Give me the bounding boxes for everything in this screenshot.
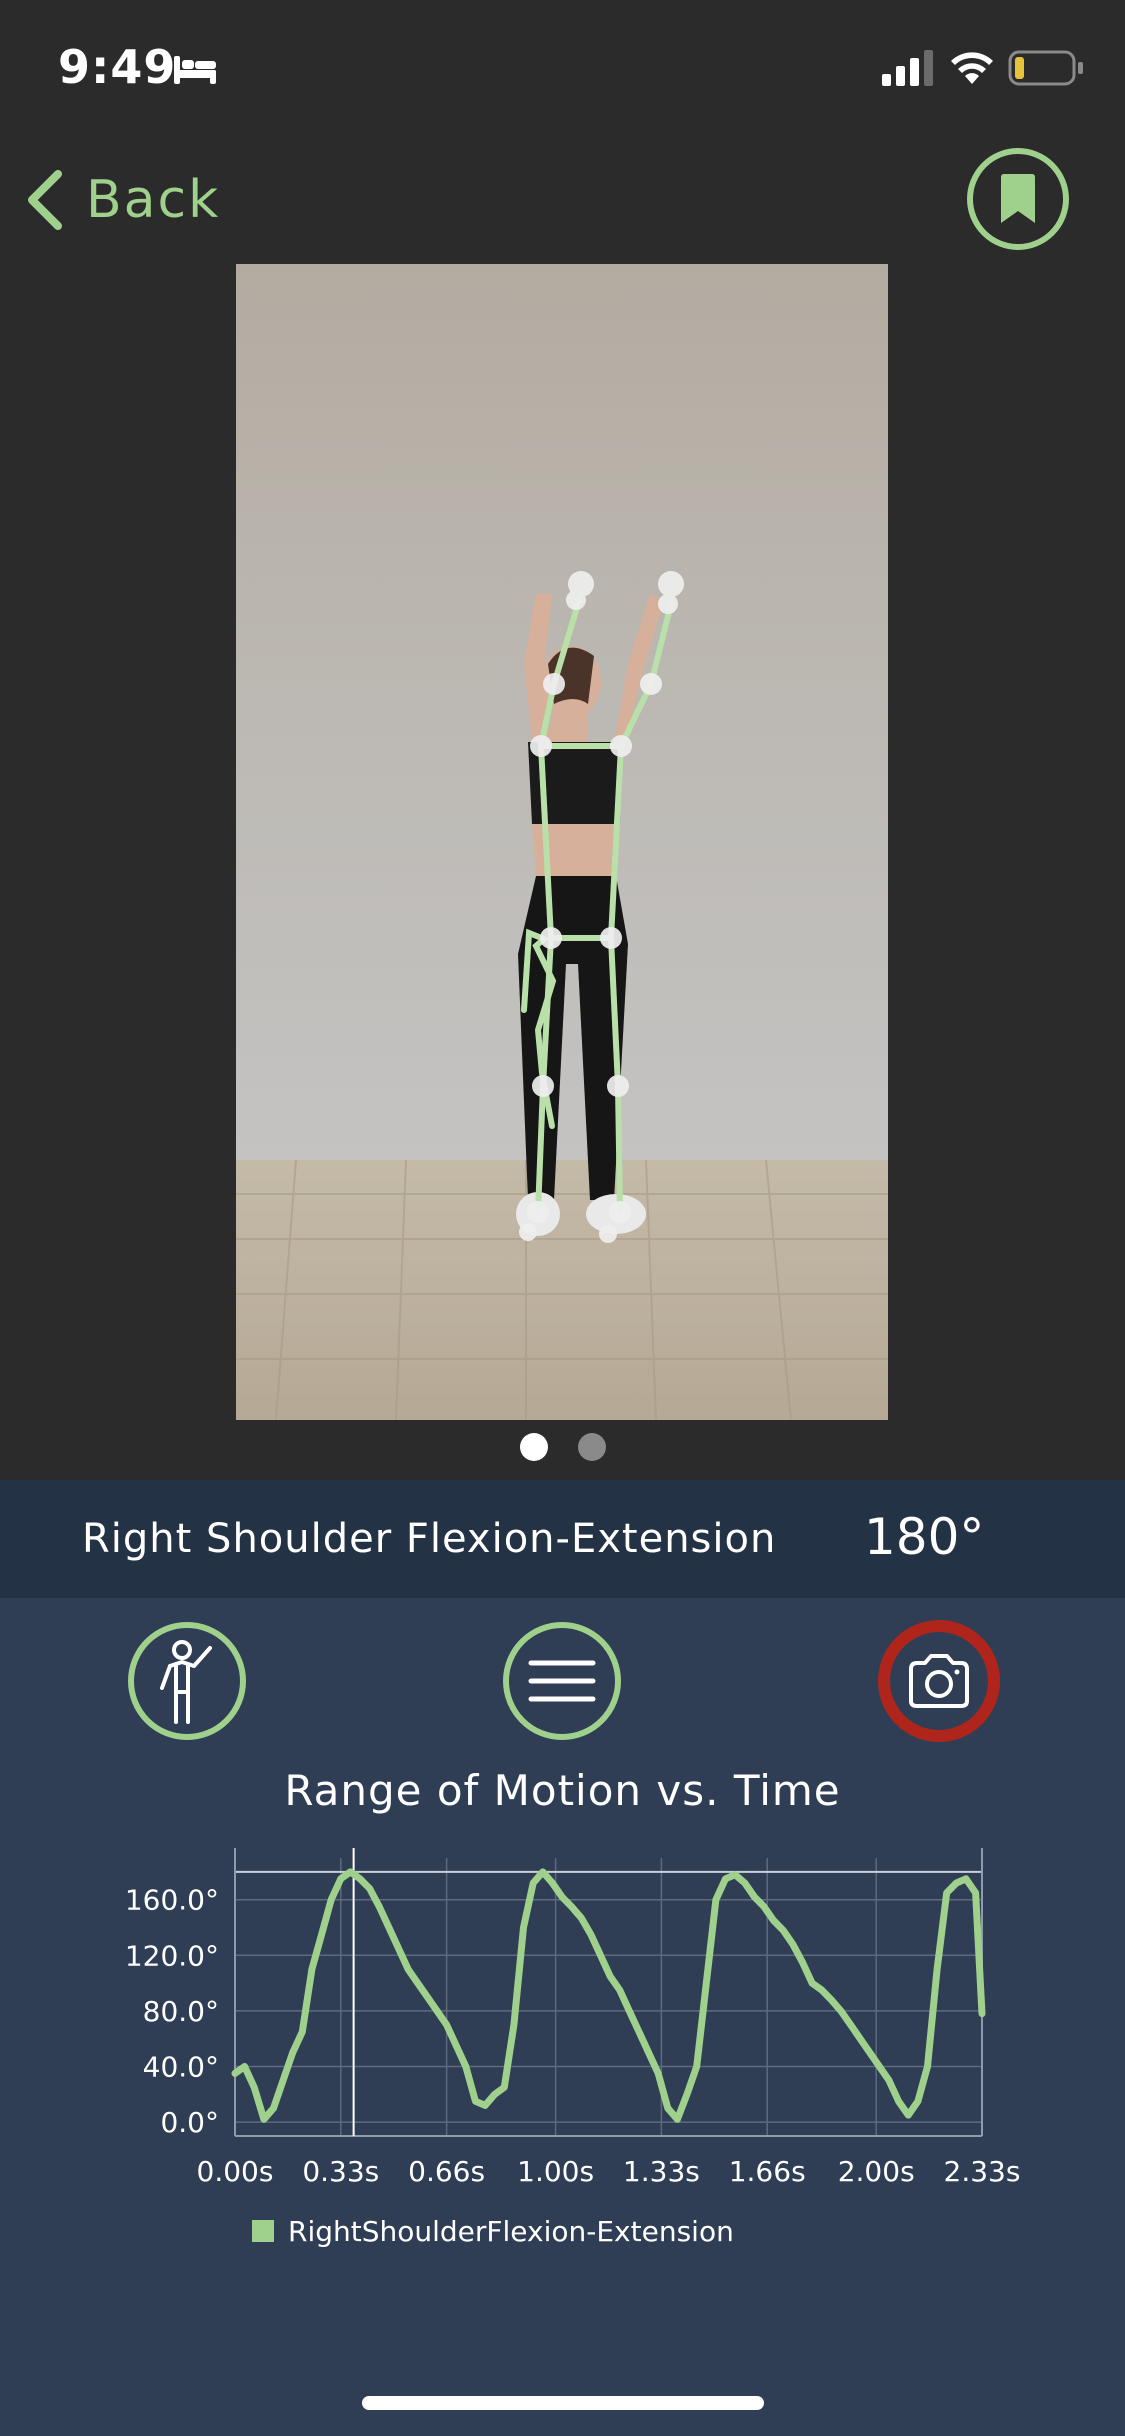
chart-x-tick-label: 1.00s <box>517 2155 594 2188</box>
chart-x-tick-label: 1.66s <box>729 2155 806 2188</box>
bottom-panel: Range of Motion vs. Time 0.0° 40.0° 80.0° 1… <box>0 1598 1125 2436</box>
page-dot-1[interactable] <box>519 1433 548 1461</box>
bookmark-button[interactable] <box>967 148 1069 250</box>
chart-y-tick-label: 0.0° <box>160 2106 219 2139</box>
chart-y-tick-label: 160.0° <box>125 1884 219 1917</box>
pose-button[interactable] <box>128 1622 246 1740</box>
chart-series-line <box>231 1868 986 2123</box>
rom-chart[interactable]: 0.0° 40.0° 80.0° 120.0° 160.0° 0.00s 0.33s 0.66… <box>0 1838 1125 2338</box>
chart-x-tick-label: 2.33s <box>944 2155 1021 2188</box>
metric-value: 180° <box>864 1508 985 1566</box>
hamburger-menu-icon <box>528 1660 596 1702</box>
page-dot-2[interactable] <box>577 1433 606 1461</box>
chart-x-tick-label: 0.00s <box>197 2155 274 2188</box>
chart-x-tick-label: 0.33s <box>302 2155 379 2188</box>
wifi-icon <box>951 52 993 84</box>
camera-icon <box>909 1654 969 1708</box>
chart-x-tick-label: 1.33s <box>623 2155 700 2188</box>
metric-band: Right Shoulder Flexion-Extension 180° <box>0 1480 1125 1598</box>
chevron-left-icon <box>28 170 62 230</box>
chart-legend-swatch <box>252 2220 274 2242</box>
chart-y-tick-label: 120.0° <box>125 1939 219 1972</box>
page-indicator[interactable] <box>0 1433 1125 1463</box>
home-indicator[interactable] <box>362 2396 764 2410</box>
back-button[interactable]: Back <box>22 160 220 240</box>
bookmark-icon <box>1001 174 1035 223</box>
chart-x-tick-label: 2.00s <box>838 2155 915 2188</box>
video-image <box>236 264 888 1420</box>
chart-legend-label: RightShoulderFlexion-Extension <box>288 2215 734 2248</box>
chart-svg: 0.0° 40.0° 80.0° 120.0° 160.0° 0.00s 0.33s 0.66… <box>125 1848 1021 2248</box>
video-frame[interactable] <box>236 264 888 1420</box>
bed-icon <box>174 56 216 84</box>
app-screen: 9:49 Back Right Shoulder Flexion-Extensi… <box>0 0 1125 2436</box>
pose-figure-icon <box>160 1640 212 1724</box>
chart-title: Range of Motion vs. Time <box>284 1766 841 1815</box>
status-bar: 9:49 <box>0 0 1125 140</box>
chart-y-tick-label: 40.0° <box>143 2051 219 2084</box>
chart-x-tick-label: 0.66s <box>408 2155 485 2188</box>
battery-icon <box>1008 50 1083 86</box>
back-label: Back <box>86 170 221 230</box>
signal-icon <box>882 50 933 86</box>
menu-button[interactable] <box>503 1622 621 1740</box>
chart-y-tick-label: 80.0° <box>143 1995 219 2028</box>
camera-button[interactable] <box>878 1620 1000 1742</box>
metric-name: Right Shoulder Flexion-Extension <box>82 1516 777 1562</box>
status-time: 9:49 <box>58 40 177 94</box>
